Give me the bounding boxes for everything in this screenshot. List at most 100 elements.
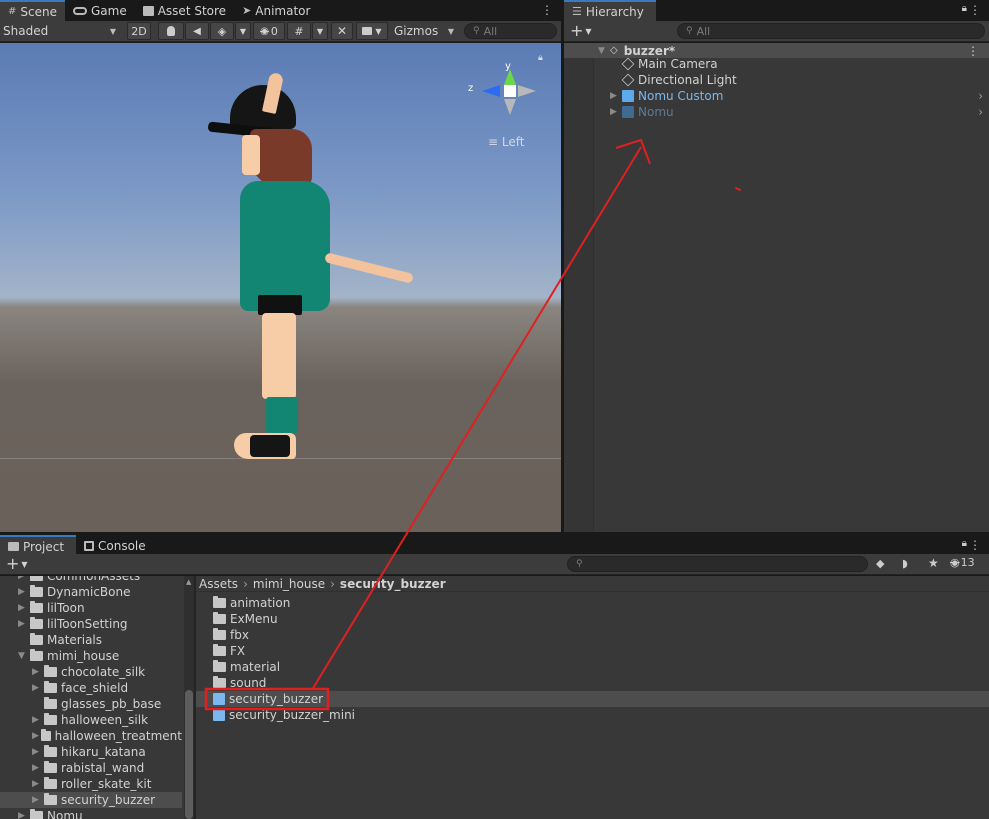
effects-toggle-button[interactable]: ◈: [210, 22, 234, 40]
lighting-toggle-button[interactable]: [158, 22, 184, 40]
tree-item[interactable]: ▶ lilToon: [0, 600, 182, 616]
tree-item[interactable]: ▶ CommonAssets: [0, 576, 182, 584]
expand-arrow-icon[interactable]: ▶: [32, 667, 44, 677]
breadcrumb-assets[interactable]: Assets: [199, 577, 238, 591]
tree-item[interactable]: ▼ mimi_house: [0, 648, 182, 664]
asset-folder-item[interactable]: material: [196, 659, 989, 675]
tree-item[interactable]: ▶ halloween_treatment: [0, 728, 182, 744]
expand-arrow-icon[interactable]: ▶: [610, 107, 622, 117]
lock-icon[interactable]: 🔒︎: [538, 53, 543, 63]
hierarchy-item-nomu-custom[interactable]: ▶ Nomu Custom ›: [610, 88, 989, 104]
gizmo-z-axis-icon[interactable]: [482, 85, 500, 97]
asset-folder-item[interactable]: fbx: [196, 627, 989, 643]
asset-prefab-item[interactable]: security_buzzer: [196, 691, 989, 707]
asset-folder-item[interactable]: FX: [196, 643, 989, 659]
create-dropdown-button[interactable]: + ▼: [570, 22, 596, 40]
filter-by-label-icon[interactable]: ◗: [902, 557, 908, 570]
expand-arrow-icon[interactable]: ▶: [18, 619, 30, 629]
expand-arrow-icon[interactable]: ▶: [32, 795, 44, 805]
expand-arrow-icon[interactable]: ▶: [32, 763, 44, 773]
tree-scrollbar-up-icon[interactable]: ▲: [186, 578, 191, 586]
gizmos-dropdown[interactable]: Gizmos ▼: [391, 22, 457, 40]
tab-project[interactable]: Project: [0, 535, 76, 556]
audio-toggle-button[interactable]: ◀︎: [185, 22, 209, 40]
tree-scrollbar-thumb[interactable]: [185, 690, 193, 819]
tree-item[interactable]: Materials: [0, 632, 182, 648]
gizmo-y-axis-icon[interactable]: [504, 69, 516, 85]
project-kebab-menu-icon[interactable]: ⋮: [969, 538, 981, 552]
create-asset-dropdown-button[interactable]: + ▼: [6, 555, 32, 573]
hierarchy-item-nomu[interactable]: ▶ Nomu ›: [610, 104, 989, 120]
tab-asset-store[interactable]: Asset Store: [135, 0, 234, 21]
expand-arrow-icon[interactable]: ▶: [32, 731, 41, 741]
hierarchy-item-directional-light[interactable]: Directional Light: [621, 72, 737, 88]
shading-mode-dropdown[interactable]: Shaded ▼: [3, 22, 120, 40]
folder-icon: [30, 633, 43, 645]
expand-arrow-icon[interactable]: ▶: [18, 603, 30, 613]
asset-folder-item[interactable]: ExMenu: [196, 611, 989, 627]
expand-arrow-icon[interactable]: ▶: [18, 587, 30, 597]
collapse-arrow-icon[interactable]: ▼: [18, 651, 30, 661]
expand-arrow-icon[interactable]: ▶: [18, 811, 30, 819]
expand-arrow-icon[interactable]: ▶: [32, 683, 44, 693]
tree-item[interactable]: ▶ lilToonSetting: [0, 616, 182, 632]
scene-kebab-menu-icon[interactable]: ⋮: [541, 3, 553, 17]
toggle-2d-button[interactable]: 2D: [127, 22, 151, 40]
tree-item[interactable]: ▶ security_buzzer: [0, 792, 182, 808]
tree-item[interactable]: ▶ hikaru_katana: [0, 744, 182, 760]
camera-button[interactable]: ▼: [356, 22, 388, 40]
tools-button[interactable]: ✕: [331, 22, 353, 40]
chevron-right-icon[interactable]: ›: [978, 89, 983, 103]
tree-item[interactable]: ▶ roller_skate_kit: [0, 776, 182, 792]
filter-by-type-icon[interactable]: ◆: [876, 557, 884, 570]
collapse-arrow-icon[interactable]: ▼: [598, 46, 610, 56]
grid-dropdown-button[interactable]: ▼: [312, 22, 328, 40]
favorite-star-icon[interactable]: ★: [928, 556, 939, 570]
tab-hierarchy[interactable]: ☰ Hierarchy: [564, 0, 656, 21]
expand-arrow-icon[interactable]: ▶: [18, 576, 30, 581]
asset-folder-item[interactable]: animation: [196, 595, 989, 611]
asset-folder-item[interactable]: sound: [196, 675, 989, 691]
chevron-right-icon[interactable]: ›: [978, 105, 983, 119]
grid-snapping-button[interactable]: #: [287, 22, 311, 40]
expand-arrow-icon[interactable]: ▶: [32, 779, 44, 789]
view-direction-label[interactable]: ≡ Left: [488, 135, 524, 149]
tree-item[interactable]: ▶ halloween_silk: [0, 712, 182, 728]
gizmo-x-axis-icon[interactable]: [518, 85, 536, 97]
hierarchy-item-main-camera[interactable]: Main Camera: [621, 56, 718, 72]
tree-item[interactable]: ▶ chocolate_silk: [0, 664, 182, 680]
tree-item[interactable]: glasses_pb_base: [0, 696, 182, 712]
tree-item[interactable]: ▶ face_shield: [0, 680, 182, 696]
scene-visibility-button[interactable]: ◉ 0: [253, 22, 285, 40]
tree-item[interactable]: ▶ rabistal_wand: [0, 760, 182, 776]
lock-icon[interactable]: 🔒︎: [962, 538, 967, 549]
lock-icon[interactable]: 🔒︎: [962, 3, 967, 14]
tree-item[interactable]: ▶ Nomu: [0, 808, 182, 819]
tree-scrollbar[interactable]: ▲: [184, 576, 194, 819]
breadcrumb-security-buzzer[interactable]: security_buzzer: [340, 577, 446, 591]
tab-game[interactable]: Game: [65, 0, 135, 21]
asset-prefab-item[interactable]: security_buzzer_mini: [196, 707, 989, 723]
tab-console[interactable]: Console: [76, 535, 154, 556]
gizmo-center-cube-icon[interactable]: [504, 85, 516, 97]
tab-animator[interactable]: ➤ Animator: [234, 0, 318, 21]
scene-viewport[interactable]: y z ≡ Left 🔒︎: [0, 43, 561, 532]
expand-arrow-icon[interactable]: ▶: [32, 715, 44, 725]
gizmo-down-axis-icon[interactable]: [504, 99, 516, 115]
plus-icon: +: [6, 554, 20, 573]
asset-list-panel: Assets › mimi_house › security_buzzer an…: [196, 576, 989, 819]
effects-dropdown-button[interactable]: ▼: [235, 22, 251, 40]
project-search-input[interactable]: ⚲: [567, 556, 868, 572]
hierarchy-search-input[interactable]: ⚲ All: [677, 23, 985, 39]
expand-arrow-icon[interactable]: ▶: [610, 91, 622, 101]
breadcrumb-mimi-house[interactable]: mimi_house: [253, 577, 325, 591]
tree-item[interactable]: ▶ DynamicBone: [0, 584, 182, 600]
scene-kebab-menu-icon[interactable]: ⋮: [967, 44, 979, 58]
hierarchy-kebab-menu-icon[interactable]: ⋮: [969, 3, 981, 17]
orientation-gizmo[interactable]: y z: [466, 61, 546, 131]
tab-scene[interactable]: # Scene: [0, 0, 65, 21]
expand-arrow-icon[interactable]: ▶: [32, 747, 44, 757]
character-model[interactable]: [200, 63, 420, 463]
hidden-packages-toggle[interactable]: ◉ 13: [950, 556, 975, 569]
scene-search-input[interactable]: ⚲ All: [464, 23, 557, 39]
